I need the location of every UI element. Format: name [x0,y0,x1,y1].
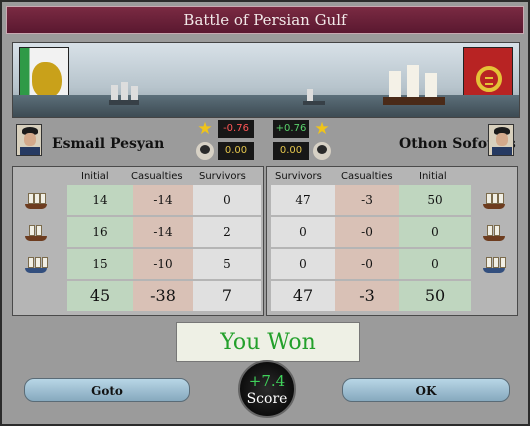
light-ship-icon [481,223,507,241]
right-row1-survivors: 47 [271,185,335,215]
star-icon: ★ [197,119,213,139]
ship-icon [101,77,147,105]
light-ship-icon [23,223,49,241]
right-general-value: 0.00 [273,142,309,160]
left-row2-casualties: -14 [133,217,193,247]
left-general-stat: 0.00 [196,142,276,160]
right-commander-portrait[interactable] [488,124,514,156]
left-total-initial: 45 [67,281,133,311]
transport-ship-icon [23,255,49,273]
right-total-initial: 50 [399,281,471,311]
transport-ship-icon [481,255,507,273]
left-row1-initial: 14 [67,185,133,215]
left-row3-casualties: -10 [133,249,193,279]
score-value: +7.4 [248,372,286,390]
window-title: Battle of Persian Gulf [6,6,524,34]
general-icon [313,142,331,160]
ship-icon [373,59,453,105]
column-header-survivors: Survivors [199,171,246,182]
crown-emblem-icon [476,66,502,92]
heavy-ship-icon [23,191,49,209]
right-row2-survivors: 0 [271,217,335,247]
column-header-casualties: Casualties [341,171,393,182]
left-row2-initial: 16 [67,217,133,247]
right-row3-survivors: 0 [271,249,335,279]
left-row2-survivors: 2 [193,217,261,247]
left-row3-initial: 15 [67,249,133,279]
ship-icon [299,83,329,105]
left-row3-survivors: 5 [193,249,261,279]
right-star-stat: +0.76 ★ [273,120,353,138]
left-total-casualties: -38 [133,281,193,311]
column-header-initial: Initial [419,171,447,182]
left-row1-casualties: -14 [133,185,193,215]
left-row1-survivors: 0 [193,185,261,215]
battle-result-banner: You Won [176,322,360,362]
right-total-survivors: 47 [271,281,335,311]
column-header-survivors: Survivors [275,171,322,182]
right-row1-casualties: -3 [335,185,399,215]
battle-result-window: Battle of Persian Gulf Esmail Pesyan ★ -… [0,0,530,426]
lion-emblem-icon [32,62,62,98]
right-row1-initial: 50 [399,185,471,215]
heavy-ship-icon [481,191,507,209]
column-header-initial: Initial [81,171,109,182]
left-ships-panel: Initial Casualties Survivors 14 -14 0 16… [12,166,264,316]
battle-banner [12,42,520,118]
left-commander-area: Esmail Pesyan ★ -0.76 0.00 [12,120,257,162]
right-general-stat: 0.00 [273,142,353,160]
left-commander-portrait[interactable] [16,124,42,156]
right-star-value: +0.76 [273,120,309,138]
column-header-casualties: Casualties [131,171,183,182]
right-ships-panel: Survivors Casualties Initial 47 -3 50 0 … [266,166,518,316]
star-icon: ★ [314,119,330,139]
right-row2-casualties: -0 [335,217,399,247]
right-total-casualties: -3 [335,281,399,311]
left-star-value: -0.76 [218,120,254,138]
result-text: You Won [220,330,316,355]
right-commander-area: +0.76 ★ 0.00 Othon Sofoulis [273,120,518,162]
left-commander-name: Esmail Pesyan [52,136,165,152]
general-icon [196,142,214,160]
right-row3-casualties: -0 [335,249,399,279]
score-badge: +7.4 Score [238,360,296,418]
left-total-survivors: 7 [193,281,261,311]
right-row2-initial: 0 [399,217,471,247]
left-star-stat: ★ -0.76 [196,120,276,138]
right-row3-initial: 0 [399,249,471,279]
ok-button[interactable]: OK [342,378,510,402]
score-label: Score [246,391,288,407]
left-general-value: 0.00 [218,142,254,160]
goto-button[interactable]: Goto [24,378,190,402]
